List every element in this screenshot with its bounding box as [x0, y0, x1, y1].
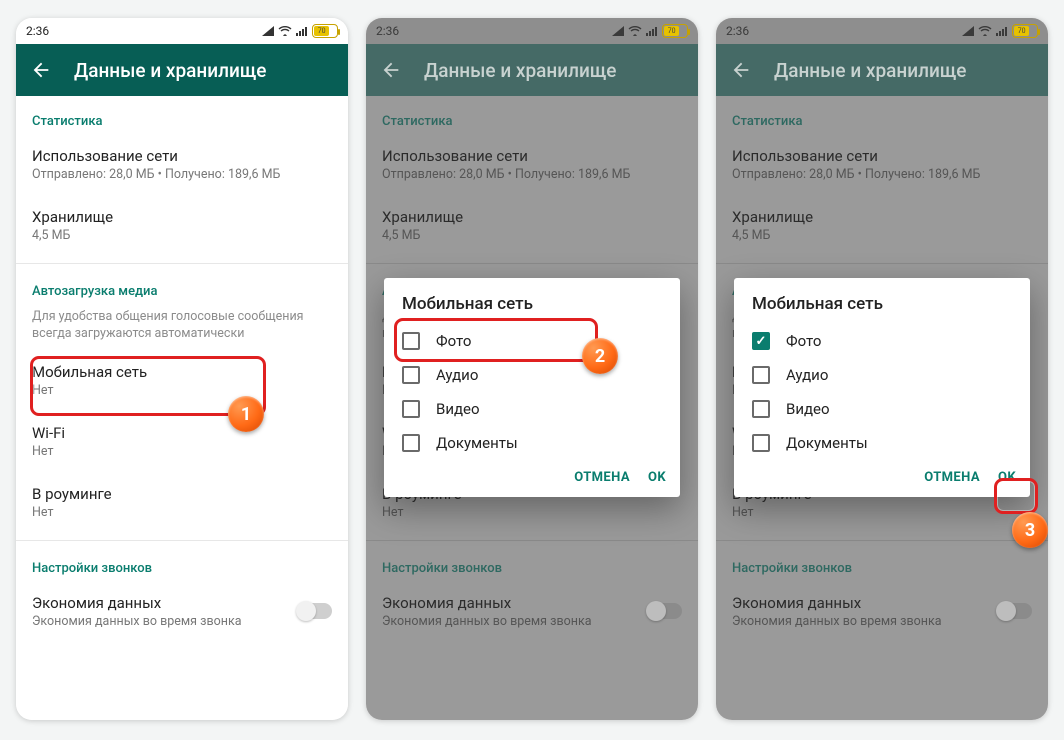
checkbox-video[interactable]: [752, 400, 770, 418]
wifi-icon: [628, 26, 642, 36]
phone-screen-3: 2:36 70 Данные и хранилище Статистика Ис…: [716, 18, 1048, 720]
dialog-item-docs[interactable]: Документы: [390, 426, 674, 460]
row-roaming[interactable]: В роуминге Нет: [16, 473, 348, 534]
dialog-title: Мобильная сеть: [384, 278, 680, 320]
status-bar: 2:36 70: [366, 18, 698, 44]
back-arrow-icon[interactable]: [730, 59, 752, 81]
checkbox-photo[interactable]: [402, 332, 420, 350]
checkbox-docs[interactable]: [752, 434, 770, 452]
divider: [16, 263, 348, 264]
divider: [16, 540, 348, 541]
signal-triangle-icon: [262, 26, 274, 36]
dialog-item-photo[interactable]: Фото: [740, 324, 1024, 358]
app-bar: Данные и хранилище: [716, 44, 1048, 96]
row-storage[interactable]: Хранилище 4,5 МБ: [16, 196, 348, 257]
status-bar: 2:36 70: [16, 18, 348, 44]
dialog-item-photo[interactable]: Фото: [390, 324, 674, 358]
status-icons: 70: [262, 24, 338, 38]
mobile-network-dialog: Мобильная сеть Фото Аудио Видео: [734, 278, 1030, 497]
cell-signal-icon: [296, 26, 308, 36]
row-mobile-network[interactable]: Мобильная сеть Нет: [16, 351, 348, 412]
data-saver-switch[interactable]: [298, 603, 332, 619]
back-arrow-icon[interactable]: [30, 59, 52, 81]
checkbox-video[interactable]: [402, 400, 420, 418]
dialog-cancel-button[interactable]: ОТМЕНА: [924, 470, 980, 485]
back-arrow-icon[interactable]: [380, 59, 402, 81]
dialog-ok-button[interactable]: OK: [998, 470, 1016, 485]
mobile-network-dialog: Мобильная сеть Фото Аудио Видео: [384, 278, 680, 497]
signal-triangle-icon: [612, 26, 624, 36]
status-time: 2:36: [726, 24, 749, 38]
battery-icon: 70: [662, 24, 688, 38]
checkbox-docs[interactable]: [402, 434, 420, 452]
dialog-ok-button[interactable]: OK: [648, 470, 666, 485]
section-header-stats: Статистика: [16, 96, 348, 135]
app-bar: Данные и хранилище: [366, 44, 698, 96]
wifi-icon: [978, 26, 992, 36]
autodownload-hint: Для удобства общения голосовые сообщения…: [16, 305, 348, 351]
row-data-saver[interactable]: Экономия данных Экономия данных во время…: [16, 582, 348, 643]
row-wifi[interactable]: Wi-Fi Нет: [16, 412, 348, 473]
signal-triangle-icon: [962, 26, 974, 36]
phone-screen-2: 2:36 70 Данные и хранилище Статистика Ис…: [366, 18, 698, 720]
appbar-title: Данные и хранилище: [74, 59, 267, 82]
cell-signal-icon: [996, 26, 1008, 36]
status-time: 2:36: [376, 24, 399, 38]
checkbox-photo[interactable]: [752, 332, 770, 350]
dialog-title: Мобильная сеть: [734, 278, 1030, 320]
checkbox-audio[interactable]: [402, 366, 420, 384]
dialog-item-video[interactable]: Видео: [390, 392, 674, 426]
section-header-call-settings: Настройки звонков: [16, 543, 348, 582]
cell-signal-icon: [646, 26, 658, 36]
dialog-cancel-button[interactable]: ОТМЕНА: [574, 470, 630, 485]
appbar-title: Данные и хранилище: [774, 59, 967, 82]
battery-icon: 70: [1012, 24, 1038, 38]
dialog-item-docs[interactable]: Документы: [740, 426, 1024, 460]
checkbox-audio[interactable]: [752, 366, 770, 384]
app-bar: Данные и хранилище: [16, 44, 348, 96]
dialog-item-audio[interactable]: Аудио: [390, 358, 674, 392]
phone-screen-1: 2:36 70 Данные и хранилище Статистик: [16, 18, 348, 720]
status-bar: 2:36 70: [716, 18, 1048, 44]
dialog-item-video[interactable]: Видео: [740, 392, 1024, 426]
section-header-autodownload: Автозагрузка медиа: [16, 266, 348, 305]
appbar-title: Данные и хранилище: [424, 59, 617, 82]
status-time: 2:36: [26, 24, 49, 38]
wifi-icon: [278, 26, 292, 36]
status-icons: 70: [612, 24, 688, 38]
row-network-usage[interactable]: Использование сети Отправлено: 28,0 МБ •…: [16, 135, 348, 196]
battery-icon: 70: [312, 24, 338, 38]
dialog-item-audio[interactable]: Аудио: [740, 358, 1024, 392]
status-icons: 70: [962, 24, 1038, 38]
